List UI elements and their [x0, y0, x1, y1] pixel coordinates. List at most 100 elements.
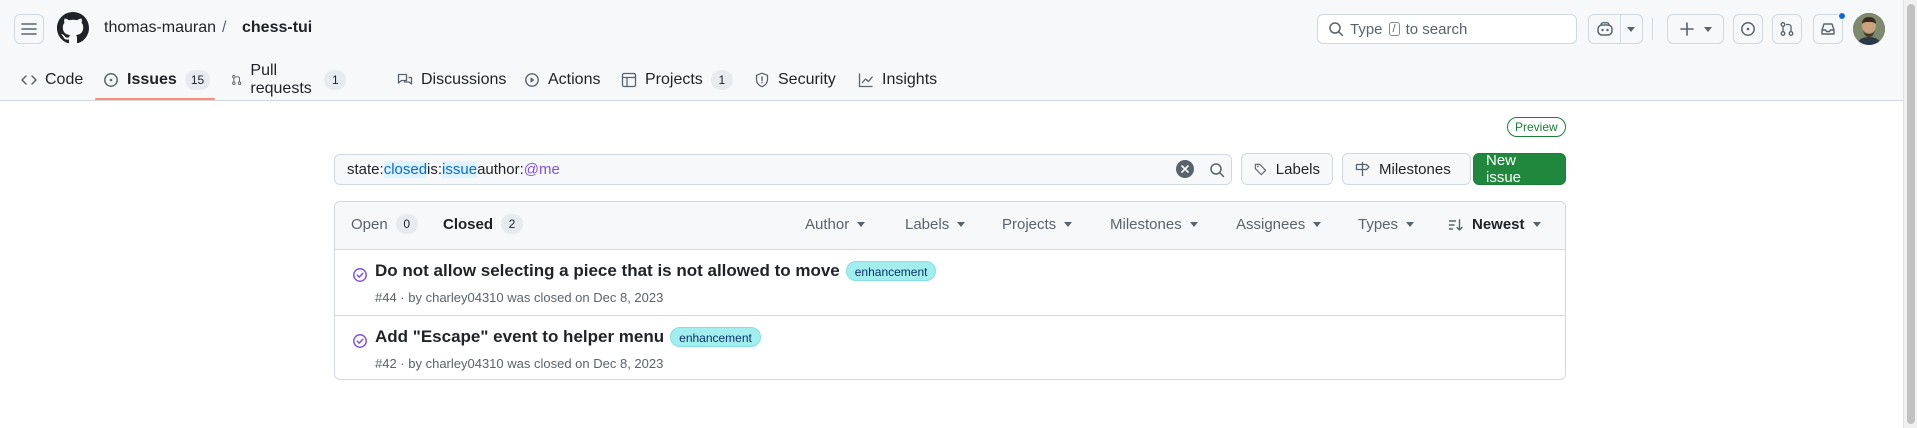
hamburger-icon — [21, 23, 37, 35]
issue-title-link[interactable]: Do not allow selecting a piece that is n… — [375, 261, 840, 281]
tab-issues-label: Issues — [127, 71, 177, 88]
issues-shortcut-button[interactable] — [1733, 14, 1763, 44]
list-item[interactable]: Add "Escape" event to helper menu enhanc… — [335, 316, 1565, 379]
milestone-icon — [1355, 162, 1370, 176]
list-item[interactable]: Do not allow selecting a piece that is n… — [335, 250, 1565, 315]
breadcrumb-separator: / — [222, 19, 227, 36]
author-filter-dropdown[interactable]: Author — [805, 216, 866, 233]
milestones-button-label: Milestones — [1379, 160, 1451, 178]
code-icon — [21, 75, 37, 85]
header-divider — [1652, 18, 1653, 40]
tab-projects-label: Projects — [645, 71, 703, 88]
open-count-badge: 0 — [395, 214, 418, 234]
github-logo-icon[interactable] — [57, 12, 89, 44]
issue-label[interactable]: enhancement — [670, 327, 761, 347]
search-shortcut-key: / — [1388, 22, 1400, 36]
types-filter-label: Types — [1358, 216, 1399, 233]
search-prefix: Type — [1350, 20, 1383, 38]
tab-discussions-label: Discussions — [421, 71, 507, 88]
issues-count-badge: 15 — [184, 70, 211, 90]
search-icon — [1209, 162, 1224, 177]
menu-button[interactable] — [14, 14, 44, 44]
tab-pull-requests-label: Pull requests — [250, 62, 312, 97]
new-issue-button[interactable]: New issue — [1473, 152, 1566, 186]
milestones-button[interactable]: Milestones — [1342, 153, 1471, 185]
tag-icon — [1254, 163, 1267, 176]
repo-owner-link[interactable]: thomas-mauran — [104, 19, 216, 37]
copilot-button[interactable] — [1588, 14, 1643, 44]
issue-title-link[interactable]: Add "Escape" event to helper menu — [375, 327, 664, 347]
query-is-key: is: — [427, 161, 443, 178]
chevron-down-icon — [1406, 222, 1415, 227]
query-is-value: issue — [442, 161, 478, 178]
plus-icon — [1679, 22, 1694, 36]
scrollbar-thumb[interactable] — [1907, 4, 1915, 424]
tab-insights[interactable]: Insights — [858, 60, 937, 100]
projects-filter-label: Projects — [1002, 216, 1057, 233]
closed-tab-label: Closed — [443, 215, 494, 233]
issue-closed-icon — [353, 334, 367, 348]
tab-security[interactable]: Security — [754, 60, 836, 100]
git-pull-request-icon — [232, 75, 242, 85]
closed-count-badge: 2 — [501, 214, 524, 234]
projects-filter-dropdown[interactable]: Projects — [1002, 216, 1073, 233]
projects-count-badge: 1 — [710, 70, 733, 90]
new-issue-button-label: New issue — [1486, 152, 1522, 186]
sort-dropdown[interactable]: Newest — [1448, 216, 1541, 233]
search-suffix: to search — [1405, 20, 1468, 38]
issue-label[interactable]: enhancement — [845, 261, 937, 281]
git-pull-request-icon — [1780, 22, 1794, 36]
graph-icon — [858, 73, 874, 88]
chevron-down-icon — [857, 222, 866, 227]
chevron-down-icon — [1189, 222, 1198, 227]
milestones-filter-dropdown[interactable]: Milestones — [1110, 216, 1198, 233]
types-filter-dropdown[interactable]: Types — [1358, 216, 1415, 233]
assignees-filter-dropdown[interactable]: Assignees — [1236, 216, 1322, 233]
query-state-key: state: — [347, 161, 384, 178]
shield-icon — [755, 72, 769, 88]
search-icon — [1329, 22, 1344, 37]
play-icon — [525, 73, 539, 87]
copilot-icon — [1597, 21, 1613, 36]
app-header: thomas-mauran / chess-tui Type / to sear… — [0, 0, 1903, 101]
global-search-input[interactable]: Type / to search — [1317, 14, 1577, 44]
pull-requests-shortcut-button[interactable] — [1772, 14, 1802, 44]
selected-tab-indicator — [95, 98, 215, 100]
issue-opened-icon — [1741, 22, 1755, 36]
filter-search-button[interactable] — [1202, 154, 1232, 185]
labels-filter-label: Labels — [905, 216, 950, 233]
issue-closed-icon — [353, 268, 367, 282]
tab-pull-requests[interactable]: Pull requests 1 — [231, 60, 347, 100]
open-issues-tab[interactable]: Open 0 — [351, 214, 418, 234]
sort-desc-icon — [1448, 218, 1463, 231]
author-filter-label: Author — [805, 216, 850, 233]
inbox-icon — [1821, 23, 1835, 35]
tab-code[interactable]: Code — [21, 60, 83, 100]
notification-indicator — [1838, 12, 1846, 20]
issues-filter-input[interactable]: state: closed is: issue author: @me — [334, 154, 1210, 185]
repo-name-link[interactable]: chess-tui — [242, 19, 312, 37]
sort-label: Newest — [1472, 216, 1525, 233]
chevron-down-icon — [1313, 222, 1322, 227]
closed-issues-tab[interactable]: Closed 2 — [443, 214, 524, 234]
query-state-value: closed — [383, 161, 428, 178]
avatar[interactable] — [1853, 13, 1885, 45]
tab-actions[interactable]: Actions — [524, 60, 600, 100]
chevron-down-icon — [1532, 222, 1541, 227]
labels-filter-dropdown[interactable]: Labels — [905, 216, 966, 233]
tab-code-label: Code — [45, 71, 84, 88]
table-icon — [621, 72, 637, 88]
labels-button-label: Labels — [1275, 160, 1320, 178]
open-tab-label: Open — [351, 215, 388, 233]
issue-title-row: Do not allow selecting a piece that is n… — [375, 261, 937, 281]
clear-filter-button[interactable] — [1176, 160, 1194, 178]
tab-projects[interactable]: Projects 1 — [621, 60, 733, 100]
tab-issues[interactable]: Issues 15 — [103, 60, 211, 100]
create-new-button[interactable] — [1667, 14, 1724, 44]
page-scrollbar[interactable] — [1903, 0, 1917, 428]
issue-title-row: Add "Escape" event to helper menu enhanc… — [375, 327, 761, 347]
tab-discussions[interactable]: Discussions — [397, 60, 506, 100]
comment-discussion-icon — [397, 73, 413, 85]
labels-button[interactable]: Labels — [1241, 153, 1333, 185]
issue-meta: #44 · by charley04310 was closed on Dec … — [375, 290, 664, 305]
